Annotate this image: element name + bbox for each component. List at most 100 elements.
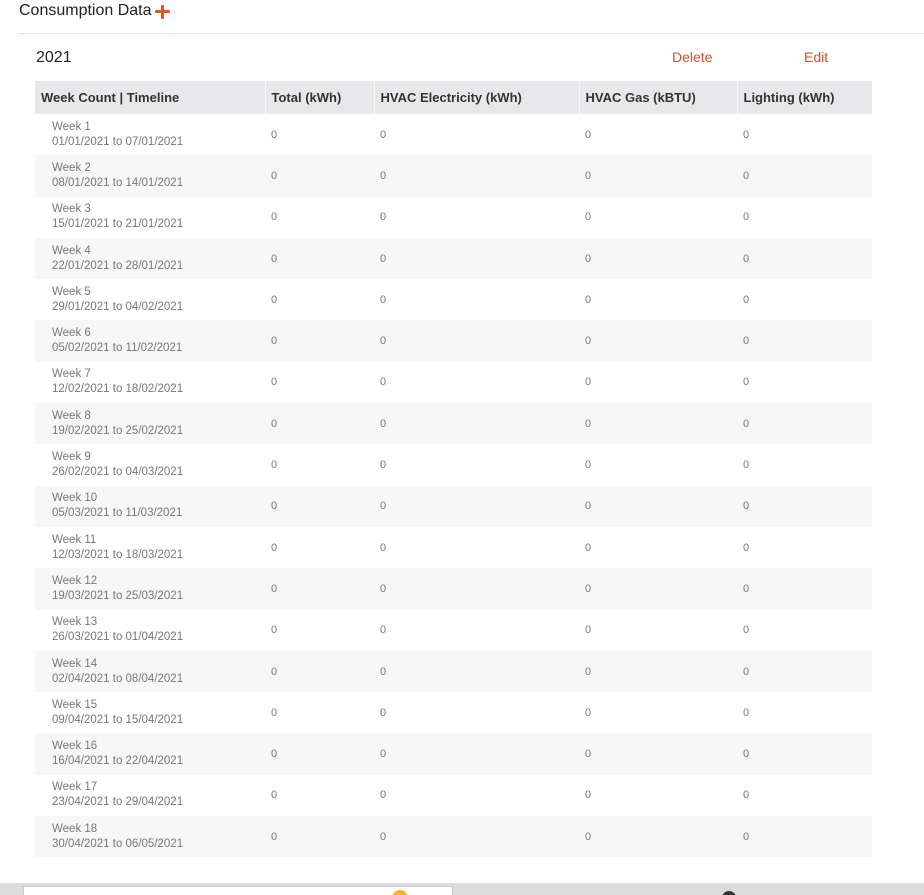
table-row: Week 3 15/01/2021 to 21/01/2021 0 0 0 0 [35,197,872,238]
divider [18,33,924,34]
lighting-cell: 0 [743,293,750,306]
plus-icon[interactable] [154,4,170,19]
total-cell: 0 [271,706,278,719]
table-row: Week 5 29/01/2021 to 04/02/2021 0 0 0 0 [35,279,872,320]
week-name: Week 18 [52,822,98,835]
header-lighting: Lighting (kWh) [737,81,872,114]
header-hvac-gas: HVAC Gas (kBTU) [579,81,738,114]
bottom-tab[interactable] [23,886,453,895]
table-row: Week 14 02/04/2021 to 08/04/2021 0 0 0 0 [35,650,872,693]
hvac-electricity-cell: 0 [380,128,387,141]
hvac-gas-cell: 0 [585,211,592,224]
week-range: 26/02/2021 to 04/03/2021 [52,466,184,479]
week-name: Week 17 [52,781,98,794]
lighting-cell: 0 [743,376,750,389]
table-row: Week 2 08/01/2021 to 14/01/2021 0 0 0 0 [35,155,872,197]
hvac-electricity-cell: 0 [380,376,387,389]
week-name: Week 3 [52,203,91,216]
week-name: Week 10 [52,492,98,505]
total-cell: 0 [271,541,278,554]
header-week-count: Week Count | Timeline [35,81,266,114]
total-cell: 0 [265,568,374,610]
total-cell: 0 [271,459,278,472]
hvac-gas-cell: 0 [579,320,737,362]
table-row: Week 12 19/03/2021 to 25/03/2021 0 0 0 0 [35,568,872,610]
hvac-electricity-cell: 0 [374,816,579,858]
lighting-cell: 0 [743,624,750,637]
lighting-cell: 0 [737,155,872,197]
hvac-electricity-cell: 0 [380,706,387,719]
week-cell: Week 18 30/04/2021 to 06/05/2021 [35,816,265,858]
hvac-gas-cell: 0 [579,733,737,775]
table-row: Week 16 16/04/2021 to 22/04/2021 0 0 0 0 [35,733,872,775]
lighting-cell: 0 [743,459,750,472]
lighting-cell: 0 [737,403,872,445]
total-cell: 0 [265,237,374,280]
hvac-gas-cell: 0 [585,541,592,554]
hvac-gas-cell: 0 [585,706,592,719]
week-name: Week 4 [52,244,91,257]
year-label: 2021 [36,49,72,66]
hvac-electricity-cell: 0 [374,403,579,445]
week-range: 12/02/2021 to 18/02/2021 [52,383,184,396]
week-range: 05/03/2021 to 11/03/2021 [52,507,183,520]
table-row: Week 7 12/02/2021 to 18/02/2021 0 0 0 0 [35,362,872,403]
total-cell: 0 [271,211,278,224]
week-cell: Week 16 16/04/2021 to 22/04/2021 [35,733,265,775]
week-range: 26/03/2021 to 01/04/2021 [52,631,184,644]
total-cell: 0 [265,650,374,693]
week-name: Week 16 [52,740,98,753]
hvac-gas-cell: 0 [579,155,737,197]
week-range: 12/03/2021 to 18/03/2021 [52,548,184,561]
table-row: Week 18 30/04/2021 to 06/05/2021 0 0 0 0 [35,816,872,858]
total-cell: 0 [265,733,374,775]
week-range: 19/03/2021 to 25/03/2021 [52,589,184,602]
week-range: 22/01/2021 to 28/01/2021 [52,259,184,272]
week-cell: Week 10 05/03/2021 to 11/03/2021 [35,485,265,527]
total-cell: 0 [265,816,374,858]
week-cell: Week 14 02/04/2021 to 08/04/2021 [35,650,265,693]
week-range: 08/01/2021 to 14/01/2021 [52,176,184,189]
week-name: Week 15 [52,698,98,711]
week-name: Week 5 [52,285,91,298]
table-body: Week 1 01/01/2021 to 07/01/2021 0 0 0 0 Week 2… [35,114,872,858]
lighting-cell: 0 [737,568,872,610]
hvac-gas-cell: 0 [579,568,737,610]
header-hvac-electricity: HVAC Electricity (kWh) [374,81,580,114]
week-range: 01/01/2021 to 07/01/2021 [52,135,184,148]
lighting-cell: 0 [743,541,750,554]
hvac-electricity-cell: 0 [374,155,579,197]
table-row: Week 17 23/04/2021 to 29/04/2021 0 0 0 0 [35,775,872,816]
lighting-cell: 0 [743,211,750,224]
edit-button[interactable]: Edit [804,49,828,65]
week-range: 30/04/2021 to 06/05/2021 [52,837,184,850]
week-cell: Week 9 26/02/2021 to 04/03/2021 [35,444,265,485]
table-row: Week 13 26/03/2021 to 01/04/2021 0 0 0 0 [35,610,872,651]
total-cell: 0 [271,376,278,389]
hvac-gas-cell: 0 [585,376,592,389]
table-row: Week 1 01/01/2021 to 07/01/2021 0 0 0 0 [35,114,872,155]
total-cell: 0 [271,128,278,141]
total-cell: 0 [271,293,278,306]
hvac-electricity-cell: 0 [374,320,579,362]
total-cell: 0 [265,320,374,362]
delete-button[interactable]: Delete [672,49,712,65]
hvac-gas-cell: 0 [585,624,592,637]
table-row: Week 6 05/02/2021 to 11/02/2021 0 0 0 0 [35,320,872,362]
week-name: Week 8 [52,409,91,422]
hvac-gas-cell: 0 [585,293,592,306]
hvac-electricity-cell: 0 [380,624,387,637]
hvac-gas-cell: 0 [585,789,592,802]
week-name: Week 1 [52,120,91,133]
week-range: 19/02/2021 to 25/02/2021 [52,424,184,437]
hvac-gas-cell: 0 [585,128,592,141]
table-row: Week 9 26/02/2021 to 04/03/2021 0 0 0 0 [35,444,872,485]
lighting-cell: 0 [743,789,750,802]
hvac-electricity-cell: 0 [374,485,579,527]
week-cell: Week 1 01/01/2021 to 07/01/2021 [35,114,265,155]
week-name: Week 11 [52,533,97,546]
section-header: Consumption Data [19,0,170,22]
table-row: Week 8 19/02/2021 to 25/02/2021 0 0 0 0 [35,403,872,445]
table-row: Week 4 22/01/2021 to 28/01/2021 0 0 0 0 [35,237,872,280]
hvac-electricity-cell: 0 [374,237,579,280]
